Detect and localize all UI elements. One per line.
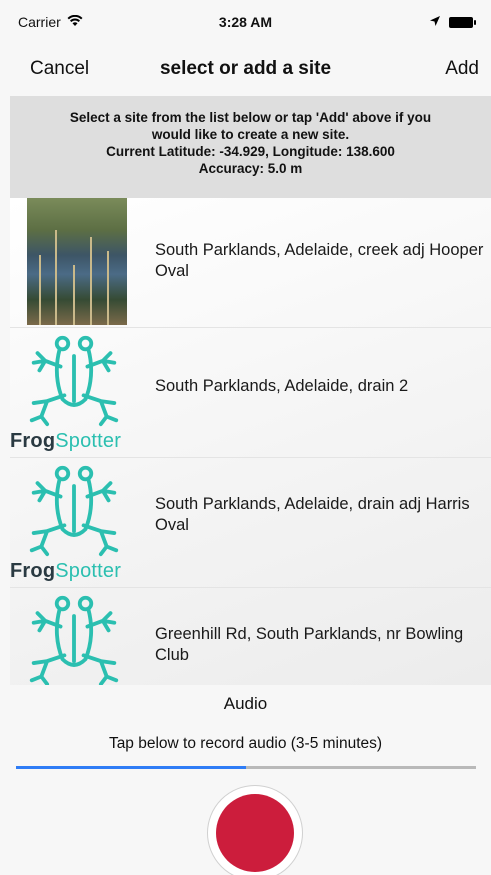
- site-row[interactable]: Greenhill Rd, South Parklands, nr Bowlin…: [10, 588, 491, 685]
- site-row[interactable]: FrogSpotter South Parklands, Adelaide, d…: [10, 328, 491, 458]
- frogspotter-logo: FrogSpotter: [10, 328, 150, 458]
- site-row[interactable]: FrogSpotter South Parklands, Adelaide, d…: [10, 458, 491, 588]
- frogspotter-logo: [10, 588, 150, 685]
- add-button[interactable]: Add: [445, 58, 479, 80]
- brand-frog: Frog: [10, 560, 56, 582]
- site-label: Greenhill Rd, South Parklands, nr Bowlin…: [155, 625, 464, 664]
- cancel-button[interactable]: Cancel: [30, 58, 89, 80]
- battery-icon: [449, 16, 476, 28]
- audio-title: Audio: [223, 694, 268, 713]
- location-arrow-icon: [429, 14, 441, 30]
- record-button[interactable]: [207, 785, 303, 875]
- brand-wordmark: FrogSpotter: [10, 430, 121, 453]
- frogspotter-logo: FrogSpotter: [10, 458, 150, 588]
- wifi-icon: [67, 14, 83, 30]
- brand-frog: Frog: [10, 430, 56, 452]
- site-label: South Parklands, Adelaide, creek adj Hoo…: [155, 241, 484, 280]
- audio-progress-fill: [16, 766, 246, 769]
- brand-wordmark: FrogSpotter: [10, 560, 121, 583]
- audio-progress-bar: [16, 766, 476, 769]
- status-right: [429, 14, 476, 30]
- brand-spotter: Spotter: [55, 430, 122, 452]
- site-photo-thumbnail: [27, 198, 127, 325]
- frog-icon: [29, 335, 119, 427]
- status-bar: Carrier 3:28 AM: [0, 0, 491, 44]
- nav-bar: Cancel select or add a site Add: [0, 44, 491, 94]
- site-list[interactable]: South Parklands, Adelaide, creek adj Hoo…: [10, 198, 491, 685]
- site-row[interactable]: South Parklands, Adelaide, creek adj Hoo…: [10, 198, 491, 328]
- current-location-text: Current Latitude: -34.929, Longitude: 13…: [106, 144, 395, 159]
- accuracy-text: Accuracy: 5.0 m: [198, 161, 303, 176]
- info-panel: Select a site from the list below or tap…: [10, 96, 491, 198]
- record-icon: [216, 794, 294, 872]
- site-label: South Parklands, Adelaide, drain 2: [155, 377, 409, 395]
- frog-icon: [29, 465, 119, 557]
- audio-hint: Tap below to record audio (3-5 minutes): [108, 735, 383, 752]
- instructions-text: Select a site from the list below or tap…: [69, 110, 432, 142]
- frog-icon: [29, 595, 119, 685]
- status-left: Carrier: [18, 14, 83, 30]
- brand-spotter: Spotter: [55, 560, 122, 582]
- carrier-label: Carrier: [18, 14, 61, 30]
- site-label: South Parklands, Adelaide, drain adj Har…: [155, 495, 470, 534]
